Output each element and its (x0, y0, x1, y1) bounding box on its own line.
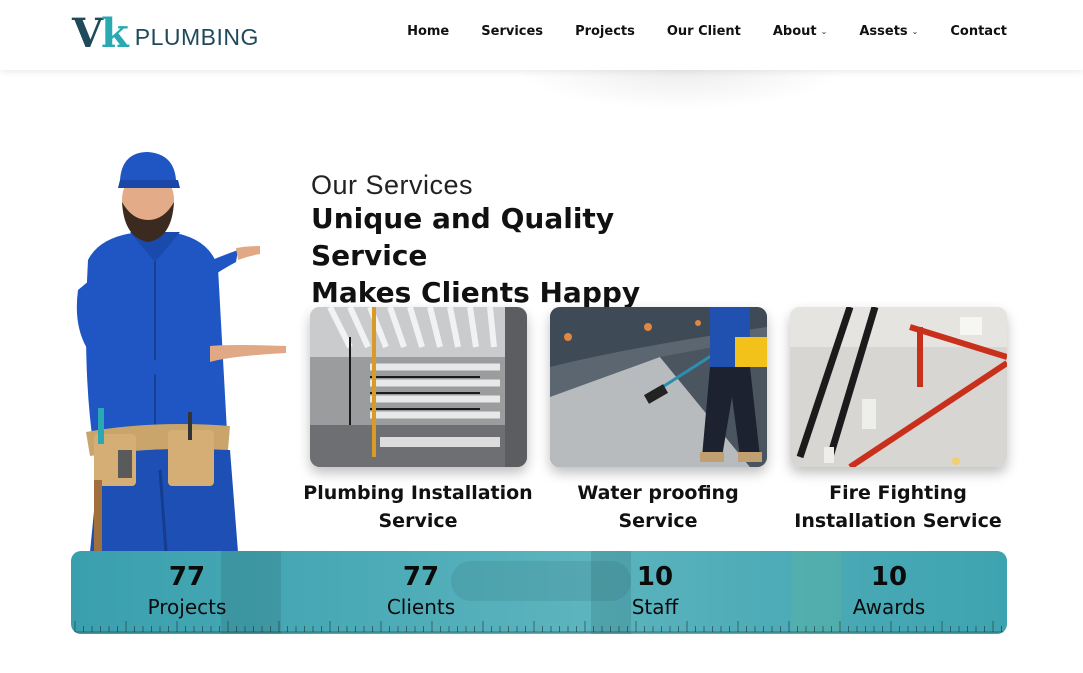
nav-label: Services (481, 24, 544, 39)
site-header: Vk PLUMBING Home Services Projects Our C… (0, 0, 1083, 70)
waterproofing-photo (550, 307, 767, 467)
nav-label: Our Client (666, 24, 741, 39)
service-title-line: Service (378, 510, 458, 532)
headline-line-1: Unique and Quality Service (311, 202, 615, 272)
plumber-illustration (76, 152, 286, 552)
nav-contact[interactable]: Contact (950, 24, 1007, 39)
logo-mark-k: k (101, 10, 129, 57)
headline-line-2: Makes Clients Happy (311, 276, 641, 309)
service-title-firefighting: Fire Fighting Installation Service (778, 479, 1018, 535)
nav-projects[interactable]: Projects (575, 24, 635, 39)
nav-label: Assets (859, 24, 908, 39)
firefighting-photo (790, 307, 1007, 467)
plumbing-photo (310, 307, 527, 467)
nav-label: Home (407, 24, 450, 39)
logo-mark-v: V (72, 10, 103, 57)
service-image-waterproofing[interactable] (550, 307, 767, 467)
nav-label: Projects (575, 24, 635, 39)
nav-services[interactable]: Services (481, 24, 543, 39)
logo-text: PLUMBING (134, 24, 259, 50)
service-title-line: Plumbing Installation (303, 482, 533, 504)
nav-label: Contact (950, 24, 1007, 39)
stat-value: 77 (402, 562, 440, 592)
stat-staff: 10 Staff (565, 561, 745, 621)
section-eyebrow: Our Services (311, 170, 474, 200)
nav-about[interactable]: About ⌄ (773, 24, 827, 39)
stat-clients: 77 Clients (331, 561, 511, 621)
nav-label: About (772, 24, 817, 39)
logo-mark: Vk (72, 14, 129, 54)
stat-label: Clients (386, 595, 456, 619)
main-nav: Home Services Projects Our Client About ⌄… (407, 24, 1007, 39)
chevron-down-icon: ⌄ (820, 27, 828, 36)
service-title-waterproofing: Water proofing Service (538, 479, 778, 535)
stat-value: 10 (636, 562, 674, 592)
service-title-line: Service (618, 510, 698, 532)
site-logo[interactable]: Vk PLUMBING (72, 14, 259, 54)
service-image-firefighting[interactable] (790, 307, 1007, 467)
service-title-plumbing: Plumbing Installation Service (298, 479, 538, 535)
nav-assets[interactable]: Assets ⌄ (859, 24, 918, 39)
service-title-line: Fire Fighting (829, 482, 967, 504)
service-image-plumbing[interactable] (310, 307, 527, 467)
service-title-line: Water proofing (577, 482, 739, 504)
chevron-down-icon: ⌄ (911, 27, 919, 36)
stat-value: 10 (870, 562, 908, 592)
service-title-line: Installation Service (794, 510, 1002, 532)
stat-projects: 77 Projects (97, 561, 277, 621)
stat-label: Staff (631, 595, 679, 619)
header-shadow-decoration (515, 70, 845, 110)
stat-label: Awards (852, 595, 926, 619)
stat-label: Projects (147, 595, 227, 619)
nav-home[interactable]: Home (407, 24, 449, 39)
stat-awards: 10 Awards (799, 561, 979, 621)
stat-value: 77 (168, 562, 206, 592)
section-headline: Unique and Quality Service Makes Clients… (311, 200, 731, 311)
stats-bar: 77 Projects 77 Clients 10 Staff 10 Award… (71, 551, 1007, 634)
nav-our-client[interactable]: Our Client (667, 24, 741, 39)
